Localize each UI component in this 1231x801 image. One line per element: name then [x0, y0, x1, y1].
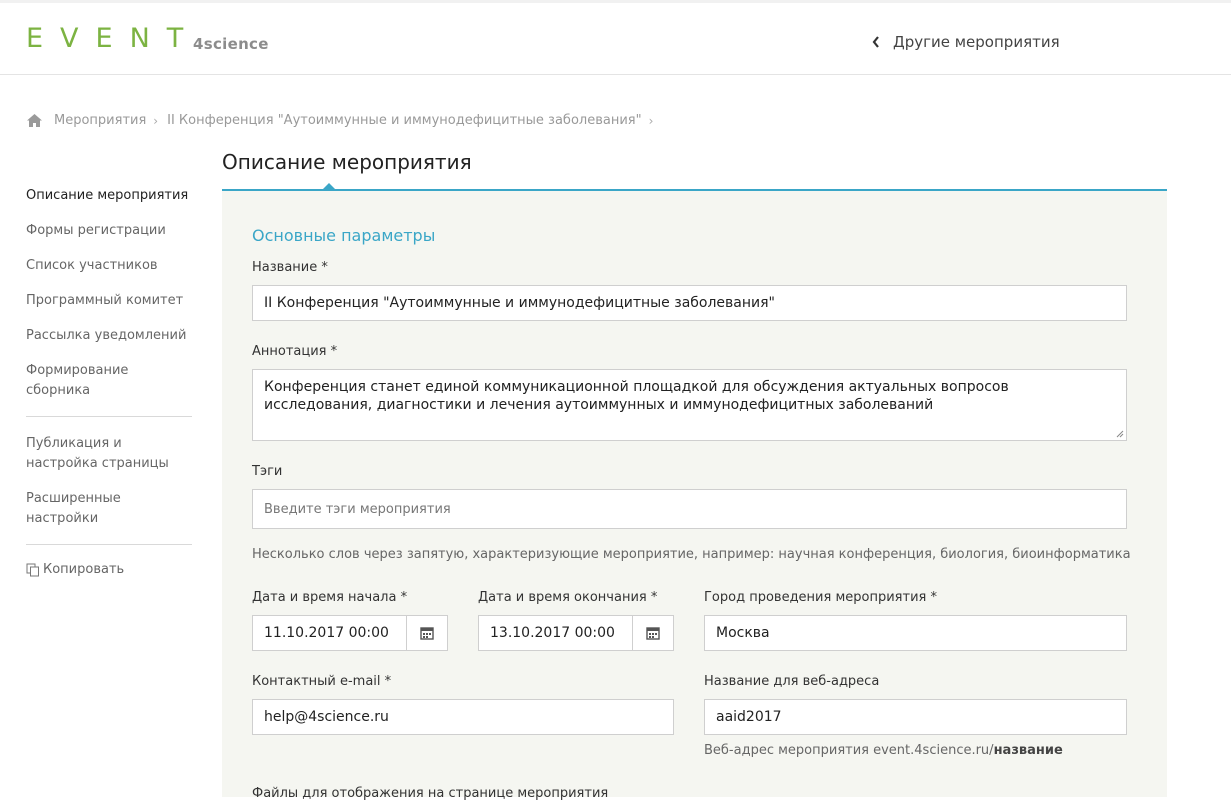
sidebar-item-advanced-settings[interactable]: Расширенные настройки [26, 489, 136, 529]
city-input[interactable]: Москва [704, 615, 1127, 651]
start-date-value: 11.10.2017 00:00 [264, 625, 389, 641]
other-events-link[interactable]: Другие мероприятия [872, 33, 1060, 51]
breadcrumb: Мероприятия › II Конференция "Аутоиммунн… [26, 113, 662, 128]
slug-hint-prefix: Веб-адрес мероприятия event.4science.ru/ [704, 743, 994, 758]
slug-input[interactable]: aaid2017 [704, 699, 1127, 735]
calendar-icon [420, 627, 434, 640]
sidebar-item-participants[interactable]: Список участников [26, 256, 192, 276]
start-date-calendar-button[interactable] [406, 616, 447, 650]
sidebar-item-notifications[interactable]: Рассылка уведомлений [26, 326, 192, 346]
end-date-value: 13.10.2017 00:00 [490, 625, 615, 641]
email-input[interactable]: help@4science.ru [252, 699, 674, 735]
tags-label: Тэги [252, 464, 283, 479]
breadcrumb-separator-icon: › [648, 113, 654, 128]
top-header: EVENT 4science Другие мероприятия [0, 0, 1231, 75]
end-date-calendar-button[interactable] [632, 616, 673, 650]
sidebar-divider [26, 544, 192, 545]
end-date-input[interactable]: 13.10.2017 00:00 [478, 615, 674, 651]
tags-input[interactable]: Введите тэги мероприятия [252, 489, 1127, 529]
sidebar-divider [26, 416, 192, 417]
files-label: Файлы для отображения на странице меропр… [252, 786, 609, 801]
sidebar-item-registration-forms[interactable]: Формы регистрации [26, 221, 192, 241]
logo-event[interactable]: EVENT [26, 23, 200, 54]
tags-hint: Несколько слов через запятую, характериз… [252, 547, 1131, 562]
title-notch [323, 183, 335, 189]
sidebar-item-publication[interactable]: Публикация и настройка страницы [26, 434, 171, 474]
annotation-label: Аннотация * [252, 344, 338, 359]
name-input[interactable]: II Конференция "Аутоиммунные и иммунодеф… [252, 285, 1127, 321]
start-date-input[interactable]: 11.10.2017 00:00 [252, 615, 448, 651]
slug-label: Название для веб-адреса [704, 674, 880, 689]
copy-label: Копировать [43, 562, 125, 577]
end-date-label: Дата и время окончания * [478, 590, 658, 605]
sidebar-item-program-committee[interactable]: Программный комитет [26, 291, 192, 311]
slug-hint: Веб-адрес мероприятия event.4science.ru/… [704, 743, 1063, 758]
resize-grip-icon[interactable] [1115, 429, 1124, 438]
copy-icon [26, 563, 39, 576]
sidebar: Описание мероприятия Формы регистрации С… [26, 186, 192, 577]
section-title: Основные параметры [252, 226, 436, 245]
breadcrumb-item-events[interactable]: Мероприятия [54, 113, 146, 128]
name-label: Название * [252, 260, 328, 275]
breadcrumb-separator-icon: › [153, 113, 159, 128]
page-title: Описание мероприятия [222, 150, 472, 174]
logo-subtitle[interactable]: 4science [193, 35, 269, 53]
copy-button[interactable]: Копировать [26, 562, 192, 577]
email-label: Контактный e-mail * [252, 674, 392, 689]
city-label: Город проведения мероприятия * [704, 590, 937, 605]
sidebar-item-description[interactable]: Описание мероприятия [26, 186, 192, 206]
sidebar-item-proceedings[interactable]: Формирование сборника [26, 361, 146, 401]
annotation-text: Конференция станет единой коммуникационн… [264, 379, 1009, 413]
calendar-icon [646, 627, 660, 640]
home-icon[interactable] [26, 113, 43, 128]
other-events-label: Другие мероприятия [893, 33, 1060, 51]
slug-hint-bold: название [993, 743, 1063, 758]
start-date-label: Дата и время начала * [252, 590, 408, 605]
annotation-textarea[interactable]: Конференция станет единой коммуникационн… [252, 369, 1127, 441]
breadcrumb-item-conference[interactable]: II Конференция "Аутоиммунные и иммунодеф… [167, 113, 641, 128]
chevron-left-icon [872, 36, 879, 48]
